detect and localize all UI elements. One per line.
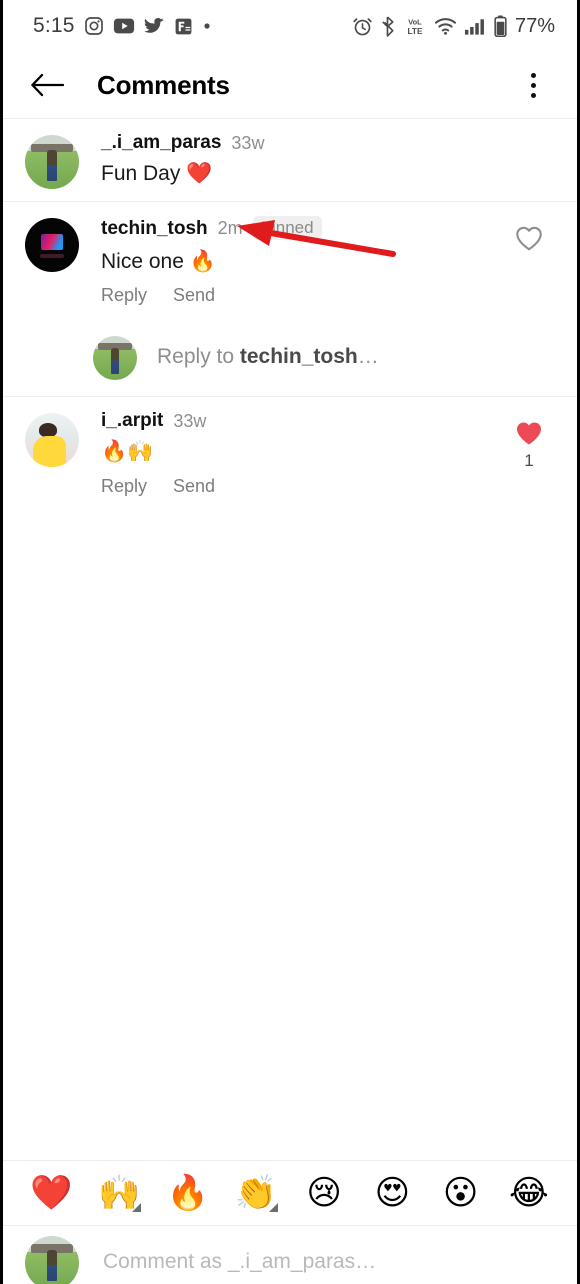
twitter-icon [143,17,164,33]
comment-text: Fun Day ❤️ [101,161,503,187]
like-column: 1 [503,411,555,496]
status-bar: 5:15 VoL LTE 77% [3,0,577,52]
tears-of-joy-emoji[interactable]: 😂 [503,1176,555,1210]
heart-emoji[interactable]: ❤️ [25,1176,77,1210]
volte-icon: VoL LTE [407,17,423,35]
comment-body: _.i_am_paras 33w Fun Day ❤️ [79,133,503,189]
battery-percent-label: 77% [514,14,555,37]
dot-indicator-icon [204,23,210,29]
reply-target-username: techin_tosh [239,345,358,369]
comment-timestamp: 2m [217,218,243,238]
reply-suffix: … [357,345,379,369]
avatar[interactable] [25,218,79,272]
comment-meta: techin_tosh 2m Pinned [101,216,503,240]
empty-list-area [3,508,577,1160]
crying-face-emoji[interactable]: 😢 [298,1176,350,1210]
comment-composer[interactable]: Comment as _.i_am_paras… [3,1225,577,1284]
comment-text: 🔥🙌 [101,439,503,465]
instagram-icon [84,17,103,35]
comment-text: Nice one 🔥 [101,249,503,275]
reply-placeholder: Reply to techin_tosh… [157,345,379,369]
send-button[interactable]: Send [173,476,215,497]
status-bar-clock: 5:15 [33,14,75,37]
comment-input[interactable]: Comment as _.i_am_paras… [103,1250,376,1274]
heart-outline-icon[interactable] [514,224,544,252]
more-options-icon-dot [530,72,536,78]
comment-item[interactable]: _.i_am_paras 33w Fun Day ❤️ [3,119,577,202]
clapping-hands-emoji[interactable]: 👏 [230,1176,282,1212]
avatar [25,1235,79,1284]
comment-actions: Reply Send [101,285,503,306]
more-options-icon-dot [530,82,536,88]
heart-emoji: ❤️ [186,162,213,185]
more-options-button[interactable] [515,65,551,105]
page-title: Comments [97,69,230,100]
heart-filled-icon[interactable] [514,419,544,447]
battery-icon [494,15,507,37]
bluetooth-icon [382,15,394,37]
comment-item-pinned[interactable]: techin_tosh 2m Pinned Nice one 🔥 Reply S… [3,202,577,318]
app-header: Comments [3,52,577,118]
wifi-icon [434,18,457,35]
app-notification-icon [175,18,192,34]
more-options-icon-dot [530,92,536,98]
fire-and-hands-emoji: 🔥🙌 [101,440,154,464]
comment-timestamp: 33w [231,132,265,153]
comment-username[interactable]: techin_tosh [101,219,208,238]
reply-button[interactable]: Reply [101,476,147,497]
comment-text-content: Nice one [101,250,184,273]
pinned-badge: Pinned [252,216,322,240]
comment-text-content: Fun Day [101,162,181,185]
alarm-icon [353,17,372,35]
raising-hands-emoji[interactable]: 🙌 [93,1176,145,1212]
heart-eyes-emoji[interactable]: 😍 [366,1176,418,1210]
avatar[interactable] [25,413,79,468]
comments-list: _.i_am_paras 33w Fun Day ❤️ techin_tosh … [3,119,577,509]
comment-timestamp: 33w [173,410,207,431]
comment-actions: Reply Send [101,476,503,497]
back-arrow-icon [31,73,64,97]
comment-item[interactable]: i_.arpit 33w 🔥🙌 Reply Send 1 [3,397,577,508]
status-bar-left: 5:15 [33,14,212,38]
phone-screen: 5:15 VoL LTE 77% Comments _.i_am_paras 3… [0,0,580,1284]
open-mouth-emoji[interactable]: 😮 [435,1176,487,1210]
fire-emoji[interactable]: 🔥 [162,1176,214,1210]
emoji-quick-bar: ❤️ 🙌 🔥 👏 😢 😍 😮 😂 [3,1159,577,1226]
cellular-signal-icon [464,19,484,35]
like-column [503,133,555,189]
avatar [93,336,137,381]
svg-text:LTE: LTE [407,25,423,35]
comment-meta: _.i_am_paras 33w [101,133,503,152]
reply-button[interactable]: Reply [101,285,147,306]
fire-emoji: 🔥 [189,250,216,273]
avatar[interactable] [25,135,79,189]
status-bar-right: VoL LTE 77% [352,15,555,38]
reply-input-row[interactable]: Reply to techin_tosh… [3,318,577,398]
comment-body: i_.arpit 33w 🔥🙌 Reply Send [79,411,503,496]
comment-username[interactable]: _.i_am_paras [101,133,221,152]
comment-meta: i_.arpit 33w [101,411,503,430]
back-button[interactable] [27,65,67,105]
reply-prefix: Reply to [157,345,240,369]
comment-username[interactable]: i_.arpit [101,411,163,430]
send-button[interactable]: Send [173,285,215,306]
like-column [503,216,555,306]
comment-body: techin_tosh 2m Pinned Nice one 🔥 Reply S… [79,216,503,306]
like-count: 1 [524,451,534,471]
youtube-icon [113,18,134,34]
